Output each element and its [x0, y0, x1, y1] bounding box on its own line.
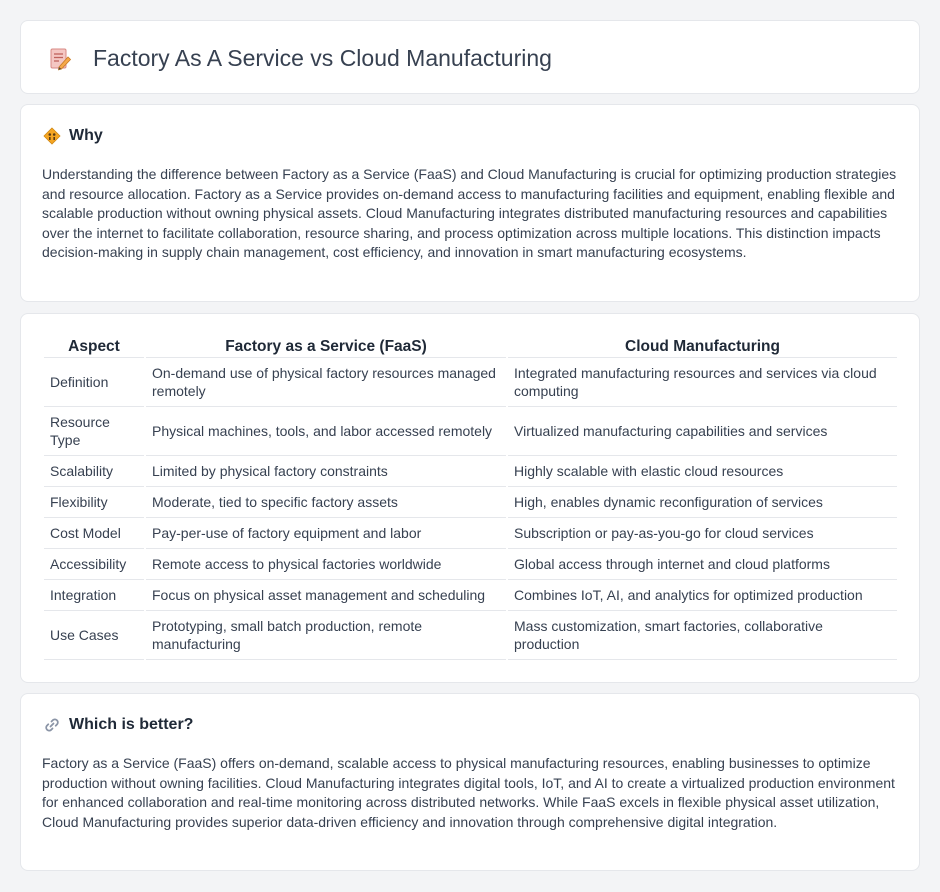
- aspect-cell: Definition: [44, 358, 144, 407]
- title-row: Factory As A Service vs Cloud Manufactur…: [47, 45, 552, 72]
- faas-cell: Physical machines, tools, and labor acce…: [146, 407, 506, 456]
- cloud-cell: Combines IoT, AI, and analytics for opti…: [508, 580, 897, 611]
- why-title: Why: [69, 127, 103, 144]
- table-row: Use Cases Prototyping, small batch produ…: [44, 611, 897, 660]
- comparison-section: Aspect Factory as a Service (FaaS) Cloud…: [20, 313, 920, 683]
- cloud-cell: Integrated manufacturing resources and s…: [508, 358, 897, 407]
- cloud-cell: Global access through internet and cloud…: [508, 549, 897, 580]
- header-card: Factory As A Service vs Cloud Manufactur…: [20, 20, 920, 94]
- aspect-cell: Use Cases: [44, 611, 144, 660]
- faas-cell: Remote access to physical factories worl…: [146, 549, 506, 580]
- aspect-cell: Cost Model: [44, 518, 144, 549]
- aspect-cell: Flexibility: [44, 487, 144, 518]
- comparison-table: Aspect Factory as a Service (FaaS) Cloud…: [42, 336, 899, 660]
- faas-cell: Limited by physical factory constraints: [146, 456, 506, 487]
- faas-cell: Pay-per-use of factory equipment and lab…: [146, 518, 506, 549]
- table-row: Flexibility Moderate, tied to specific f…: [44, 487, 897, 518]
- diamond-sign-icon: [43, 127, 61, 145]
- better-heading: Which is better?: [43, 716, 193, 734]
- table-row: Resource Type Physical machines, tools, …: [44, 407, 897, 456]
- table-row: Integration Focus on physical asset mana…: [44, 580, 897, 611]
- page-title: Factory As A Service vs Cloud Manufactur…: [93, 45, 552, 71]
- cloud-cell: Virtualized manufacturing capabilities a…: [508, 407, 897, 456]
- faas-cell: Moderate, tied to specific factory asset…: [146, 487, 506, 518]
- header-cloud: Cloud Manufacturing: [508, 336, 897, 358]
- aspect-cell: Accessibility: [44, 549, 144, 580]
- cloud-cell: Subscription or pay-as-you-go for cloud …: [508, 518, 897, 549]
- document-pencil-icon: [50, 48, 72, 70]
- table-row: Cost Model Pay-per-use of factory equipm…: [44, 518, 897, 549]
- table-row: Definition On-demand use of physical fac…: [44, 358, 897, 407]
- which-better-section: Which is better? Factory as a Service (F…: [20, 693, 920, 871]
- cloud-cell: Mass customization, smart factories, col…: [508, 611, 897, 660]
- cloud-cell: Highly scalable with elastic cloud resou…: [508, 456, 897, 487]
- link-icon: [45, 718, 59, 732]
- cloud-cell: High, enables dynamic reconfiguration of…: [508, 487, 897, 518]
- why-text: Understanding the difference between Fac…: [42, 166, 897, 260]
- better-text: Factory as a Service (FaaS) offers on-de…: [42, 755, 895, 830]
- header-faas: Factory as a Service (FaaS): [146, 336, 506, 358]
- table-header-row: Aspect Factory as a Service (FaaS) Cloud…: [44, 336, 897, 358]
- aspect-cell: Integration: [44, 580, 144, 611]
- aspect-cell: Resource Type: [44, 407, 144, 456]
- faas-cell: Prototyping, small batch production, rem…: [146, 611, 506, 660]
- header-aspect: Aspect: [44, 336, 144, 358]
- table-row: Scalability Limited by physical factory …: [44, 456, 897, 487]
- faas-cell: On-demand use of physical factory resour…: [146, 358, 506, 407]
- why-section: Why Understanding the difference between…: [20, 104, 920, 302]
- table-row: Accessibility Remote access to physical …: [44, 549, 897, 580]
- why-heading: Why: [43, 127, 103, 145]
- better-title: Which is better?: [69, 716, 194, 733]
- aspect-cell: Scalability: [44, 456, 144, 487]
- faas-cell: Focus on physical asset management and s…: [146, 580, 506, 611]
